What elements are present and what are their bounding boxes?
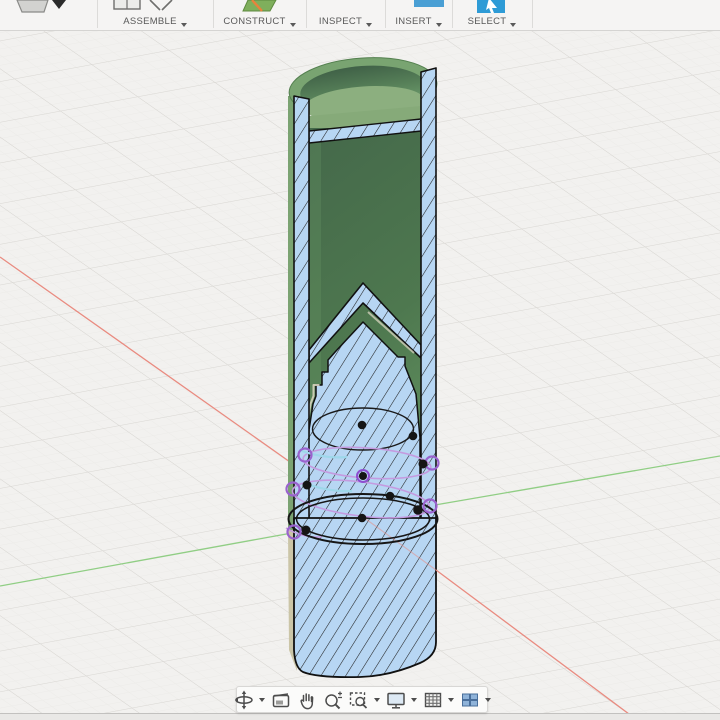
- viewport-canvas[interactable]: [0, 30, 720, 713]
- grid-dropdown-caret-icon[interactable]: [447, 697, 454, 702]
- dropdown-caret-icon: [435, 23, 442, 27]
- pan-icon: [299, 692, 313, 709]
- sketch-point[interactable]: [359, 472, 367, 480]
- sketch-point[interactable]: [418, 459, 428, 469]
- pan-button[interactable]: [295, 688, 319, 712]
- look-at-icon: [272, 692, 289, 707]
- fit-dropdown-caret-icon[interactable]: [373, 697, 380, 702]
- viewports-icon: [461, 693, 478, 706]
- top-toolbar: ASSEMBLE CONSTRUCT INSPECT INSERT SELECT: [0, 0, 720, 31]
- sketch-point[interactable]: [302, 480, 312, 490]
- menu-label: CONSTRUCT: [223, 16, 286, 27]
- bottom-edge-strip: [0, 713, 720, 720]
- look-at-button[interactable]: [269, 688, 293, 712]
- sketch-point[interactable]: [413, 505, 423, 515]
- bottom-block-section[interactable]: [293, 517, 437, 679]
- sketch-point[interactable]: [385, 491, 395, 501]
- view-navigation-bar: [234, 686, 491, 713]
- menu-label: INSPECT: [318, 16, 363, 27]
- section-model[interactable]: [287, 53, 439, 679]
- orbit-icon: [234, 690, 253, 709]
- viewports-dropdown-caret-icon[interactable]: [484, 697, 491, 702]
- fit-icon: [349, 691, 367, 709]
- sketch-point[interactable]: [408, 431, 418, 441]
- dropdown-caret-icon[interactable]: [52, 0, 66, 9]
- menu-construct[interactable]: CONSTRUCT: [213, 0, 306, 30]
- dropdown-caret-icon: [510, 23, 517, 27]
- zoom-icon: [324, 691, 342, 709]
- origin-point[interactable]: [357, 513, 367, 523]
- display-settings-button[interactable]: [384, 688, 408, 712]
- display-dropdown-caret-icon[interactable]: [410, 697, 417, 702]
- right-wall-section[interactable]: [420, 67, 437, 521]
- dropdown-caret-icon: [180, 23, 187, 27]
- sketch-tool-icon[interactable]: [16, 0, 49, 13]
- orbit-dropdown-caret-icon[interactable]: [258, 697, 265, 702]
- dropdown-caret-icon: [289, 23, 296, 27]
- menu-label: ASSEMBLE: [123, 16, 177, 27]
- menu-inspect[interactable]: INSPECT: [306, 0, 385, 30]
- grid-and-snaps-button[interactable]: [421, 688, 445, 712]
- menu-assemble[interactable]: ASSEMBLE: [97, 0, 213, 30]
- fit-button[interactable]: [347, 688, 371, 712]
- sketch-point[interactable]: [301, 525, 311, 535]
- orbit-button[interactable]: [232, 688, 256, 712]
- zoom-button[interactable]: [321, 688, 345, 712]
- dropdown-caret-icon: [366, 23, 373, 27]
- menu-label: SELECT: [467, 16, 507, 27]
- menu-insert[interactable]: INSERT: [385, 0, 452, 30]
- display-settings-icon: [386, 692, 405, 709]
- grid-icon: [424, 692, 441, 707]
- viewports-button[interactable]: [458, 688, 482, 712]
- sketch-point[interactable]: [357, 420, 367, 430]
- menu-select[interactable]: SELECT: [452, 0, 532, 30]
- menu-label: INSERT: [395, 16, 432, 27]
